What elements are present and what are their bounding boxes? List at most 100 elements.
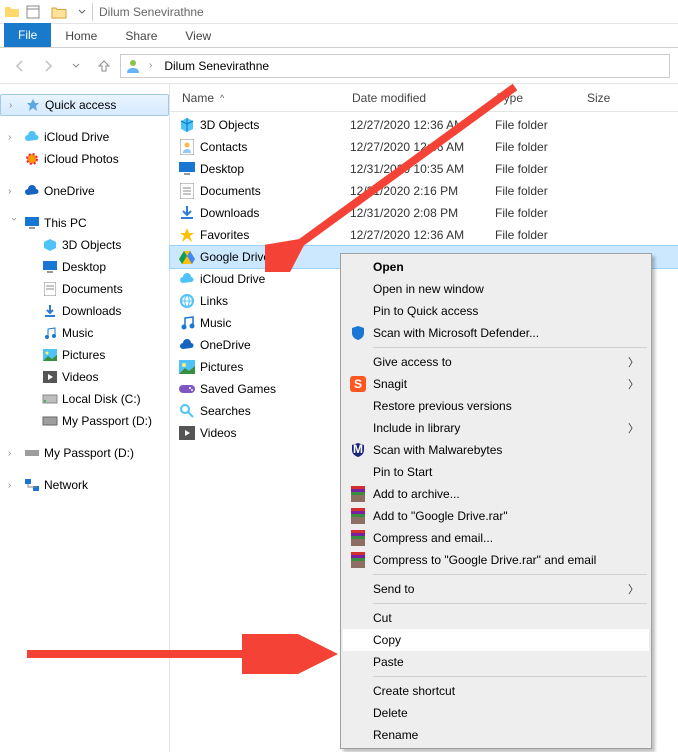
file-name: Desktop	[200, 162, 350, 176]
file-name: Contacts	[200, 140, 350, 154]
menu-item[interactable]: Restore previous versions	[343, 395, 649, 417]
col-name[interactable]: Name^	[174, 91, 344, 105]
svg-text:M: M	[353, 442, 363, 456]
sidebar-item[interactable]: Videos	[0, 366, 169, 388]
folder-icon	[42, 303, 58, 319]
label: iCloud Photos	[44, 152, 119, 166]
sidebar-item[interactable]: Documents	[0, 278, 169, 300]
menu-item[interactable]: SSnagit〉	[343, 373, 649, 395]
menu-item[interactable]: Open in new window	[343, 278, 649, 300]
label: Documents	[62, 282, 123, 296]
menu-item[interactable]: Pin to Start	[343, 461, 649, 483]
menu-item[interactable]: Scan with Microsoft Defender...	[343, 322, 649, 344]
label: Pictures	[62, 348, 105, 362]
menu-item[interactable]: Copy	[343, 629, 649, 651]
chevron-right-icon[interactable]: ›	[147, 60, 154, 71]
menu-item[interactable]: Delete	[343, 702, 649, 724]
chevron-right-icon[interactable]: ›	[9, 100, 21, 111]
sidebar-network[interactable]: › Network	[0, 474, 169, 496]
file-name: Documents	[200, 184, 350, 198]
file-row[interactable]: Downloads12/31/2020 2:08 PMFile folder	[170, 202, 678, 224]
file-row[interactable]: 3D Objects12/27/2020 12:36 AMFile folder	[170, 114, 678, 136]
menu-label: Cut	[373, 611, 392, 625]
menu-item[interactable]: Add to archive...	[343, 483, 649, 505]
file-row[interactable]: Contacts12/27/2020 12:36 AMFile folder	[170, 136, 678, 158]
qat-newfolder-icon[interactable]	[48, 2, 70, 22]
menu-item[interactable]: Compress and email...	[343, 527, 649, 549]
file-row[interactable]: Desktop12/31/2020 10:35 AMFile folder	[170, 158, 678, 180]
recent-dropdown-icon[interactable]	[64, 54, 88, 78]
menu-item[interactable]: Give access to〉	[343, 351, 649, 373]
tab-home[interactable]: Home	[51, 25, 111, 47]
forward-button[interactable]	[36, 54, 60, 78]
menu-label: Rename	[373, 728, 418, 742]
menu-item[interactable]: Create shortcut	[343, 680, 649, 702]
navbar: › Dilum Senevirathne	[0, 48, 678, 84]
sidebar-my-passport[interactable]: › My Passport (D:)	[0, 442, 169, 464]
menu-item[interactable]: Pin to Quick access	[343, 300, 649, 322]
app-icon	[4, 4, 20, 20]
file-icon	[178, 425, 196, 441]
tab-view[interactable]: View	[171, 25, 225, 47]
sidebar-icloud-drive[interactable]: › iCloud Drive	[0, 126, 169, 148]
col-size[interactable]: Size	[579, 91, 639, 105]
menu-item[interactable]: Compress to "Google Drive.rar" and email	[343, 549, 649, 571]
menu-label: Pin to Start	[373, 465, 432, 479]
submenu-arrow-icon: 〉	[628, 420, 639, 436]
back-button[interactable]	[8, 54, 32, 78]
file-row[interactable]: Documents12/31/2020 2:16 PMFile folder	[170, 180, 678, 202]
qat-properties-icon[interactable]	[22, 2, 44, 22]
sidebar-item[interactable]: Local Disk (C:)	[0, 388, 169, 410]
breadcrumb-item[interactable]: Dilum Senevirathne	[160, 57, 273, 75]
menu-label: Copy	[373, 633, 401, 647]
file-name: OneDrive	[200, 338, 350, 352]
address-bar[interactable]: › Dilum Senevirathne	[120, 54, 670, 78]
defender-icon	[349, 324, 367, 342]
label: OneDrive	[44, 184, 95, 198]
sidebar-item[interactable]: Desktop	[0, 256, 169, 278]
file-type: File folder	[495, 162, 585, 176]
tab-share[interactable]: Share	[111, 25, 171, 47]
menu-item[interactable]: Include in library 〉	[343, 417, 649, 439]
qat-dropdown-icon[interactable]	[78, 5, 86, 19]
sidebar-onedrive[interactable]: › OneDrive	[0, 180, 169, 202]
user-folder-icon	[125, 58, 141, 74]
file-row[interactable]: Favorites12/27/2020 12:36 AMFile folder	[170, 224, 678, 246]
sidebar-item[interactable]: 3D Objects	[0, 234, 169, 256]
file-type: File folder	[495, 184, 585, 198]
menu-label: Include in library	[373, 421, 460, 435]
menu-label: Scan with Malwarebytes	[373, 443, 502, 457]
star-icon	[25, 97, 41, 113]
menu-item[interactable]: Cut	[343, 607, 649, 629]
sidebar-item[interactable]: Pictures	[0, 344, 169, 366]
sidebar-item[interactable]: Downloads	[0, 300, 169, 322]
file-type: File folder	[495, 228, 585, 242]
menu-item[interactable]: Paste	[343, 651, 649, 673]
up-button[interactable]	[92, 54, 116, 78]
menu-item[interactable]: Add to "Google Drive.rar"	[343, 505, 649, 527]
file-icon	[178, 359, 196, 375]
menu-item[interactable]: M Scan with Malwarebytes	[343, 439, 649, 461]
menu-item[interactable]: Send to〉	[343, 578, 649, 600]
snagit-icon: S	[349, 375, 367, 393]
menu-item[interactable]: Rename	[343, 724, 649, 746]
rar-icon	[349, 507, 367, 525]
chevron-down-icon[interactable]: ›	[9, 217, 20, 229]
file-name: Links	[200, 294, 350, 308]
menu-label: Open	[373, 260, 404, 274]
sidebar-icloud-photos[interactable]: iCloud Photos	[0, 148, 169, 170]
file-icon	[178, 337, 196, 353]
sidebar-item[interactable]: My Passport (D:)	[0, 410, 169, 432]
menu-item[interactable]: Open	[343, 256, 649, 278]
sidebar-quick-access[interactable]: › Quick access	[0, 94, 169, 116]
cloud-icon	[24, 183, 40, 199]
file-date: 12/31/2020 2:08 PM	[350, 206, 495, 220]
quick-access-toolbar	[22, 2, 70, 22]
tab-file[interactable]: File	[4, 23, 51, 47]
sidebar-this-pc[interactable]: › This PC	[0, 212, 169, 234]
sort-ascending-icon: ^	[220, 93, 224, 103]
sidebar-item[interactable]: Music	[0, 322, 169, 344]
col-type[interactable]: Type	[489, 91, 579, 105]
file-icon	[178, 117, 196, 133]
col-date[interactable]: Date modified	[344, 91, 489, 105]
